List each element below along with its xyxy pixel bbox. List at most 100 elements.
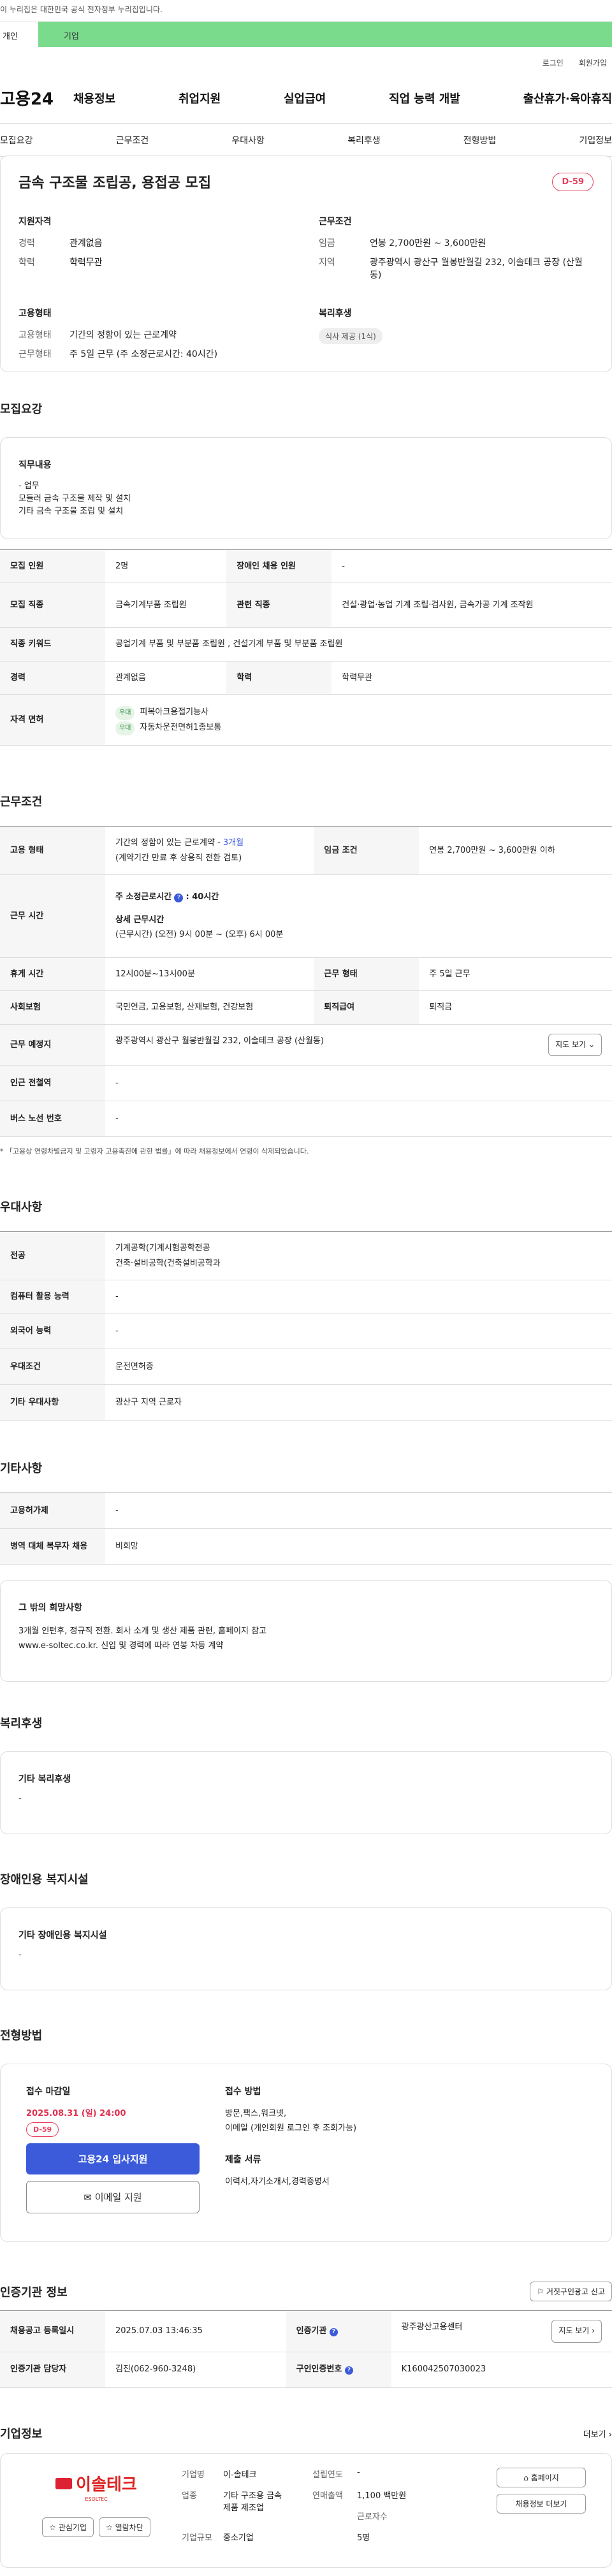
email-apply-button[interactable]: ✉ 이메일 지원 xyxy=(26,2181,200,2213)
row-value: (계약기간 만료 후 상용직 전환 검토) xyxy=(115,853,242,863)
welfare-chip: 식사 제공 (1식) xyxy=(319,328,382,344)
info-icon[interactable]: ? xyxy=(330,2328,338,2337)
other-box: 그 밖의 희망사항 3개월 인턴후, 정규직 전환. 회사 소개 및 생산 제품… xyxy=(0,1580,612,1682)
tab-recruit[interactable]: 모집요강 xyxy=(0,134,33,147)
tab-personal[interactable]: 개인 xyxy=(0,22,38,47)
report-button[interactable]: ⚐ 거짓구인광고 신고 xyxy=(530,2282,612,2301)
row-key: 버스 노선 번호 xyxy=(0,1101,105,1138)
map-button[interactable]: 지도 보기 ⌄ xyxy=(548,1033,602,1057)
license-item: 피복아크용접기능사 xyxy=(140,707,209,717)
tab-corp[interactable]: 기업 xyxy=(38,22,612,47)
row-key: 인증기관 xyxy=(296,2326,327,2336)
row-key: 인근 전철역 xyxy=(0,1065,105,1102)
row-value: 퇴직금 xyxy=(419,990,612,1025)
docs-title: 제출 서류 xyxy=(225,2154,261,2165)
info-icon[interactable]: ? xyxy=(344,2366,353,2375)
site-logo[interactable]: 고용24 xyxy=(0,86,73,110)
age-notice: * 「고용상 연령차별금지 및 고령자 고용촉진에 관한 법률」에 따라 채용정… xyxy=(0,1147,309,1156)
login-link[interactable]: 로그인 xyxy=(543,57,564,73)
row-value: 비희망 xyxy=(105,1528,612,1565)
conditions-section: 근무조건 고용 형태 기간의 정함이 있는 근로계약 - 3개월 (계약기간 만료 … xyxy=(0,793,612,1156)
block-button[interactable]: ☆ 열람차단 xyxy=(99,2517,150,2537)
jobs-more-button[interactable]: 채용정보 더보기 xyxy=(497,2494,586,2514)
conditions-table: 고용 형태 기간의 정함이 있는 근로계약 - 3개월 (계약기간 만료 후 상용직… xyxy=(0,826,612,1138)
info-value: 1,100 백만원 xyxy=(357,2491,407,2501)
qual-value: 관계없음 xyxy=(69,238,103,249)
row-key: 장애인 채용 인원 xyxy=(226,549,332,584)
gnb-item-unemployment[interactable]: 실업급여 xyxy=(284,90,326,106)
row-key: 휴게 시간 xyxy=(0,957,105,992)
global-nav: 고용24 채용정보 취업지원 실업급여 직업 능력 개발 출산휴가·육아휴직 xyxy=(0,73,612,124)
duty-line: - 업무 xyxy=(18,481,40,491)
info-value: 제품 제조업 xyxy=(223,2503,264,2513)
block-label: 열람차단 xyxy=(115,2523,143,2532)
tab-conditions[interactable]: 근무조건 xyxy=(116,134,149,147)
tab-preferences[interactable]: 우대사항 xyxy=(231,134,265,147)
row-key: 근무 예정지 xyxy=(0,1024,105,1066)
emp-key: 고용형태 xyxy=(18,330,52,340)
method-line: 이메일 (개인회원 로그인 후 조회가능) xyxy=(225,2124,357,2134)
deadline-value: 2025.08.31 (일) 24:00 xyxy=(26,2109,126,2118)
welfare-box: 기타 복리후생 - xyxy=(0,1751,612,1834)
company-title: 기업정보 xyxy=(0,2428,43,2441)
row-key: 자격 면허 xyxy=(0,694,105,746)
row-value: 광주광산고용센터 xyxy=(401,2322,463,2332)
info-key: 근로자수 xyxy=(357,2512,388,2522)
recruit-table: 모집 인원 2명 장애인 채용 인원 - 모집 직종 금속기계부품 조립원 관련 직종 건설… xyxy=(0,549,612,746)
other-title: 그 밖의 희망사항 xyxy=(18,1603,82,1613)
row-key: 근무 시간 xyxy=(0,874,105,958)
row-key: 구인인증번호 xyxy=(296,2364,342,2375)
row-value: 운전면허증 xyxy=(105,1349,612,1386)
gnb-item-training[interactable]: 직업 능력 개발 xyxy=(389,90,460,106)
job-title: 금속 구조물 조립공, 용접공 모집 xyxy=(18,175,212,191)
etc-table: 고용허가제 - 병역 대체 복무자 채용 비희망 xyxy=(0,1493,612,1565)
company-more-link[interactable]: 더보기 › xyxy=(583,2428,612,2440)
tab-welfare[interactable]: 복리후생 xyxy=(347,134,381,147)
cond-key: 임금 xyxy=(319,238,335,249)
job-summary-card: 금속 구조물 조립공, 용접공 모집 D-59 지원자격 경력 관계없음 학력 학력… xyxy=(0,156,612,372)
disability-box-title: 기타 장애인용 복지시설 xyxy=(18,1930,107,1941)
apply-button[interactable]: 고용24 입사지원 xyxy=(26,2143,200,2174)
row-value: 2명 xyxy=(105,549,227,584)
pref-tag: 우대 xyxy=(115,721,135,735)
row-value: 건설·광업·농업 기계 조립·검사원, 금속가공 기계 조작원 xyxy=(332,582,612,628)
welfare-title: 복리후생 xyxy=(319,308,352,319)
tab-company[interactable]: 기업정보 xyxy=(579,134,612,147)
logo-text: 이솔테크 xyxy=(76,2475,137,2494)
dday-badge: D-59 xyxy=(552,172,594,191)
row-key: 전공 xyxy=(0,1231,105,1280)
gnb-item-leave[interactable]: 출산휴가·육아휴직 xyxy=(523,90,612,106)
block-icon: ☆ xyxy=(106,2523,113,2532)
signup-link[interactable]: 회원가입 xyxy=(579,57,607,73)
home-icon: ⌂ xyxy=(523,2473,528,2482)
row-value: - xyxy=(105,1493,612,1529)
info-value: 중소기업 xyxy=(223,2533,254,2543)
disability-box: 기타 장애인용 복지시설 - xyxy=(0,1907,612,1990)
row-key: 모집 직종 xyxy=(0,582,105,628)
emp-key: 근무형태 xyxy=(18,349,52,359)
qual-key: 학력 xyxy=(18,257,35,268)
row-value: 관계없음 xyxy=(105,661,227,695)
row-key: 병역 대체 복무자 채용 xyxy=(0,1528,105,1565)
homepage-button[interactable]: ⌂ 홈페이지 xyxy=(497,2468,586,2487)
logo-mark-icon xyxy=(55,2477,73,2489)
gnb-item-support[interactable]: 취업지원 xyxy=(178,90,221,106)
tab-selection[interactable]: 전형방법 xyxy=(463,134,497,147)
row-key: 근무 형태 xyxy=(314,957,419,992)
gov-notice-bar: 이 누리집은 대한민국 공식 전자정부 누리집입니다. xyxy=(0,0,612,22)
row-value: 2025.07.03 13:46:35 xyxy=(105,2310,286,2352)
row-key: 컴퓨터 활용 능력 xyxy=(0,1280,105,1314)
company-section: 기업정보 더보기 › 이솔테크 ESOLTEC ☆ 관심기업 ☆ 열람차단 기업… xyxy=(0,2425,612,2568)
row-key: 사회보험 xyxy=(0,990,105,1025)
info-icon[interactable]: ? xyxy=(174,894,184,903)
interest-button[interactable]: ☆ 관심기업 xyxy=(42,2517,94,2537)
info-value: 기타 구조용 금속 xyxy=(223,2491,282,2501)
row-value: 학력무관 xyxy=(332,661,612,695)
row-key: 고용 형태 xyxy=(0,826,105,875)
gnb-menu: 채용정보 취업지원 실업급여 직업 능력 개발 출산휴가·육아휴직 xyxy=(73,90,612,106)
email-apply-label: 이메일 지원 xyxy=(94,2192,142,2203)
pref-tag: 우대 xyxy=(115,706,135,720)
gnb-item-jobs[interactable]: 채용정보 xyxy=(73,90,115,106)
logo-sub: ESOLTEC xyxy=(85,2496,108,2502)
cert-map-button[interactable]: 지도 보기 › xyxy=(551,2320,602,2343)
